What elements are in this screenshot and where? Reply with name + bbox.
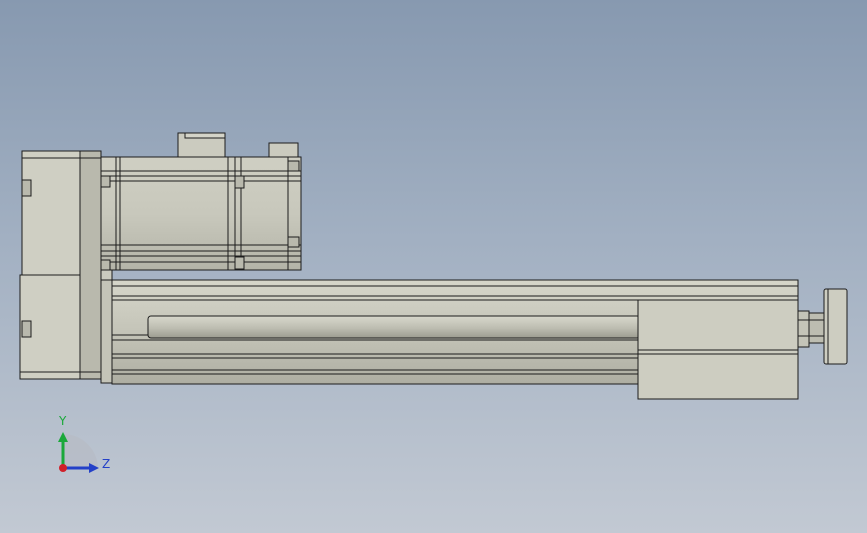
actuator-rod — [147, 315, 641, 339]
slider-carriage — [637, 299, 799, 400]
linear-actuator-model[interactable] — [0, 0, 867, 533]
axis-triad-icon — [58, 432, 99, 473]
servo-motor-body — [100, 156, 302, 281]
end-shaft — [797, 310, 826, 348]
motor-end-block — [19, 150, 113, 384]
motor-connector — [177, 132, 299, 158]
axis-triad: Y Z — [40, 405, 130, 490]
y-axis-label: Y — [59, 414, 67, 428]
graphics-viewport[interactable]: Y Z — [0, 0, 867, 533]
end-knob — [823, 288, 848, 365]
z-axis-label: Z — [102, 457, 111, 471]
